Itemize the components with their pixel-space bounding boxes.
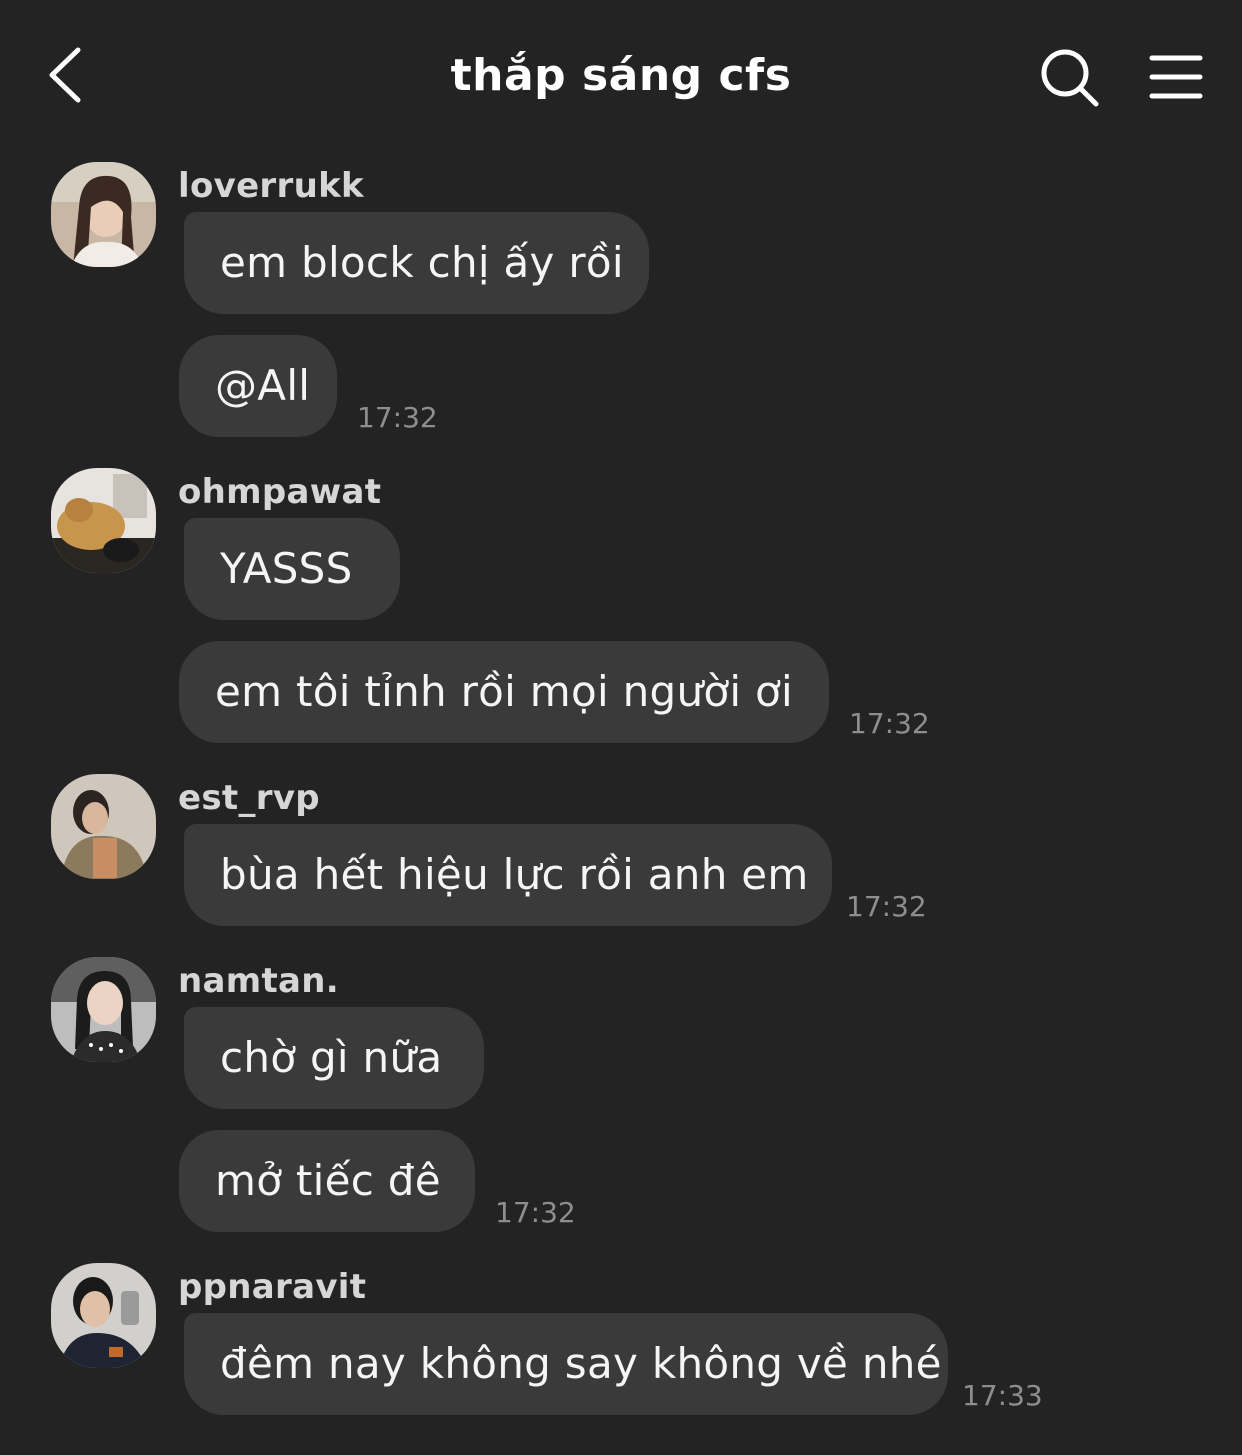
message-timestamp: 17:32 xyxy=(849,707,930,740)
avatar-loverrukk[interactable] xyxy=(51,162,156,267)
avatar-photo xyxy=(51,468,156,573)
message-bubble[interactable]: em block chị ấy rồi xyxy=(184,212,649,314)
chat-header: thắp sáng cfs xyxy=(0,0,1242,150)
message-bubble[interactable]: YASSS xyxy=(184,518,400,620)
avatar-photo xyxy=(51,1263,156,1368)
username-namtan[interactable]: namtan. xyxy=(178,961,339,1001)
avatar-photo xyxy=(51,957,156,1062)
message-bubble[interactable]: em tôi tỉnh rồi mọi người ơi xyxy=(179,641,829,743)
message-timestamp: 17:32 xyxy=(495,1196,576,1229)
hamburger-menu-icon xyxy=(1149,55,1203,99)
avatar-ohmpawat[interactable] xyxy=(51,468,156,573)
message-bubble[interactable]: mở tiếc đê xyxy=(179,1130,475,1232)
message-timestamp: 17:33 xyxy=(962,1379,1043,1412)
message-bubble[interactable]: chờ gì nữa xyxy=(184,1007,484,1109)
search-icon xyxy=(1041,49,1099,107)
username-ppnaravit[interactable]: ppnaravit xyxy=(178,1267,366,1307)
avatar-est-rvp[interactable] xyxy=(51,774,156,879)
avatar-namtan[interactable] xyxy=(51,957,156,1062)
username-loverrukk[interactable]: loverrukk xyxy=(178,166,364,206)
avatar-ppnaravit[interactable] xyxy=(51,1263,156,1368)
menu-button[interactable] xyxy=(1146,50,1206,106)
message-timestamp: 17:32 xyxy=(846,890,927,923)
message-bubble[interactable]: bùa hết hiệu lực rồi anh em xyxy=(184,824,832,926)
message-timestamp: 17:32 xyxy=(357,401,438,434)
username-est-rvp[interactable]: est_rvp xyxy=(178,778,320,818)
avatar-photo xyxy=(51,774,156,879)
avatar-photo xyxy=(51,162,156,267)
message-bubble[interactable]: @All xyxy=(179,335,337,437)
search-button[interactable] xyxy=(1036,44,1102,110)
message-bubble[interactable]: đêm nay không say không về nhé xyxy=(184,1313,948,1415)
username-ohmpawat[interactable]: ohmpawat xyxy=(178,472,381,512)
